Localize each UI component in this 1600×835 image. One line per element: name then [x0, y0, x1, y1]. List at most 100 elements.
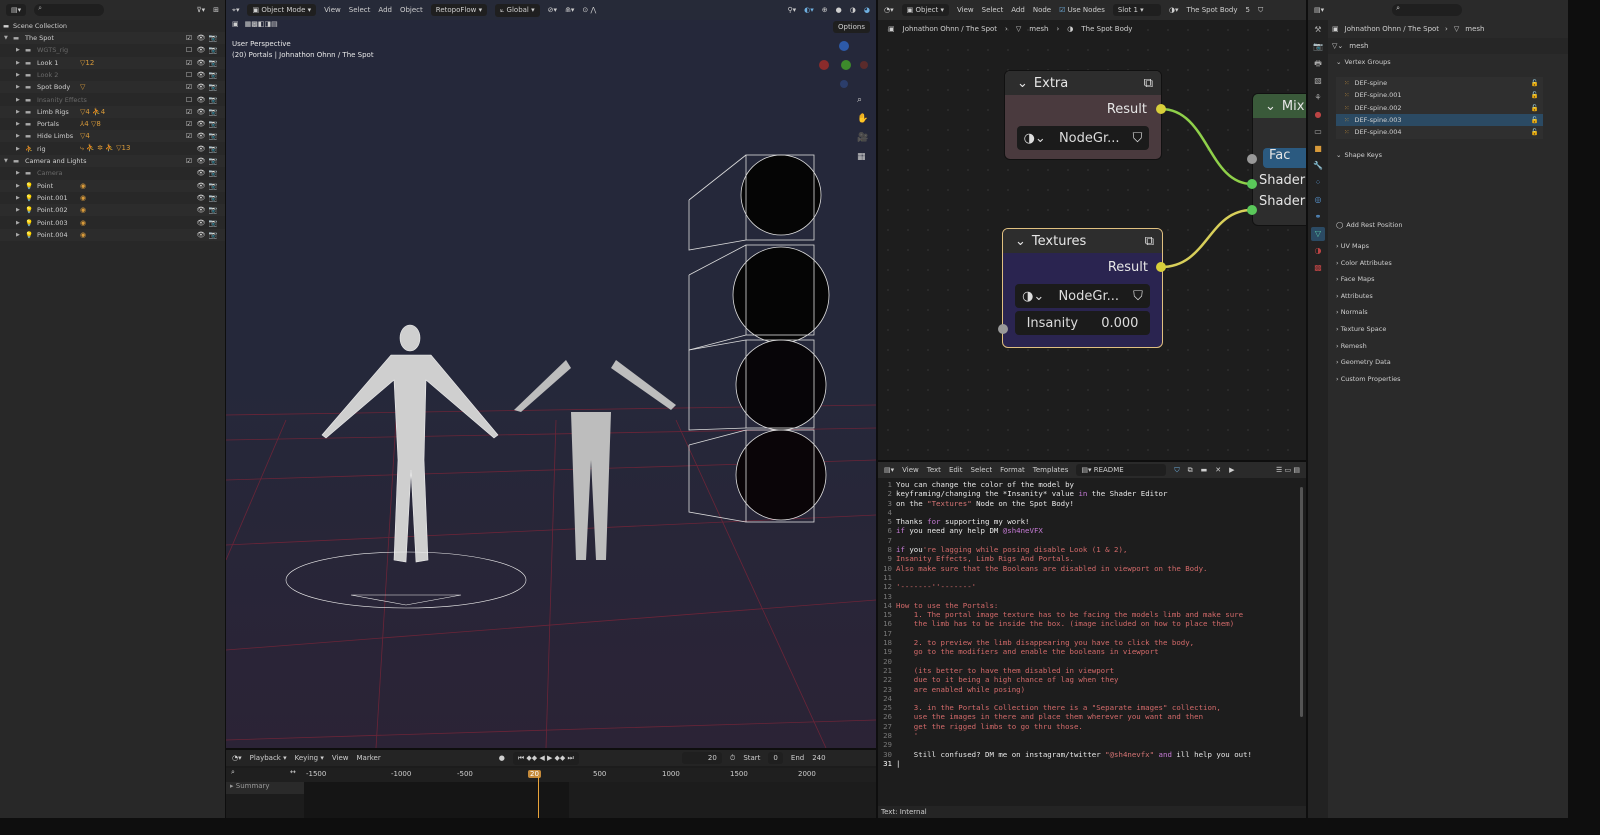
outliner-item[interactable]: ▶ 💡 Point.001 ◉ 👁 📷	[0, 192, 225, 204]
lock-icon[interactable]: 🔓	[1531, 128, 1539, 136]
lock-icon[interactable]: 🔓	[1531, 91, 1539, 99]
text-line[interactable]: 20	[878, 657, 1298, 666]
render-camera-icon[interactable]: 📷	[207, 192, 219, 204]
expand-arrow-icon[interactable]: ▶	[16, 72, 20, 78]
outliner-item[interactable]: ▶ 💡 Point ◉ 👁 📷	[0, 179, 225, 192]
panel-attributes[interactable]: › Attributes	[1328, 288, 1568, 305]
node-group-selector[interactable]: ◑⌄ NodeGr... ⛉	[1017, 126, 1149, 150]
menu-marker[interactable]: Marker	[357, 754, 381, 762]
outliner-item[interactable]: ▶ ▬ Portals ⅄4 ▽8 ☑ 👁 📷	[0, 118, 225, 130]
outliner-item[interactable]: ▶ 💡 Point.002 ◉ 👁 📷	[0, 204, 225, 217]
duplicate-icon[interactable]: ⧉	[1188, 466, 1193, 475]
constraints-tab-icon[interactable]: ⚭	[1311, 210, 1325, 224]
menu-view[interactable]: View	[332, 754, 349, 762]
exclude-checkbox[interactable]: ☑	[183, 155, 195, 167]
outliner-item[interactable]: ▶ 💡 Point.004 ◉ 👁 📷	[0, 228, 225, 241]
panel-shape-keys[interactable]: ⌄ Shape Keys	[1328, 147, 1568, 164]
outliner-item[interactable]: ▶ ▬ Insanity Effects ☐ 👁 📷	[0, 94, 225, 106]
render-camera-icon[interactable]: 📷	[207, 118, 219, 130]
properties-editor[interactable]: ▤▾ ⌕ ⚒ 📷 🖶 ▧ ⚘ ● ▭ ■ 🔧 ⁘ ◎ ⚭ ▽ ◑ ▩ ▣ John…	[1308, 0, 1568, 818]
particles-tab-icon[interactable]: ⁘	[1311, 176, 1325, 190]
data-tab-icon[interactable]: ▽	[1311, 227, 1325, 241]
expand-arrow-icon[interactable]: ▶	[16, 109, 20, 115]
text-editor[interactable]: ▤▾ View Text Edit Select Format Template…	[878, 462, 1306, 818]
render-camera-icon[interactable]: 📷	[207, 180, 219, 192]
visibility-eye-icon[interactable]: 👁	[195, 57, 207, 69]
panel-custom-properties[interactable]: › Custom Properties	[1328, 370, 1568, 387]
expand-arrow-icon[interactable]: ▶	[16, 84, 20, 90]
outliner-item[interactable]: ▶ ▬ Look 2 ☐ 👁 📷	[0, 69, 225, 81]
text-line[interactable]: 27 get the rigged limbs to go thru those…	[878, 722, 1298, 731]
stopwatch-icon[interactable]: ⏱	[730, 754, 735, 763]
fac-socket[interactable]	[1247, 154, 1257, 164]
filter-icon[interactable]: ⊽▾	[196, 6, 205, 14]
menu-view[interactable]: View	[902, 466, 919, 474]
physics-tab-icon[interactable]: ◎	[1311, 193, 1325, 207]
panel-vertex-groups[interactable]: ⌄ Vertex Groups	[1328, 54, 1568, 71]
lock-icon[interactable]: 🔓	[1531, 104, 1539, 112]
insanity-input[interactable]: Insanity 0.000	[1015, 311, 1150, 335]
render-camera-icon[interactable]: 📷	[207, 217, 219, 229]
text-line[interactable]: 15 1. The portal image texture has to be…	[878, 610, 1298, 619]
outliner-item[interactable]: ▶ ▬ Look 1 ▽12 ☑ 👁 📷	[0, 56, 225, 69]
text-scrollbar[interactable]	[1300, 487, 1303, 717]
expand-arrow-icon[interactable]: ▶	[16, 146, 20, 152]
panel-face-maps[interactable]: › Face Maps	[1328, 271, 1568, 288]
visibility-eye-icon[interactable]: 👁	[195, 143, 207, 155]
vertex-group-item[interactable]: ⁙ DEF-spine.002 🔓	[1336, 101, 1543, 114]
text-line[interactable]: 13	[878, 592, 1298, 601]
menu-format[interactable]: Format	[1000, 466, 1025, 474]
run-script-icon[interactable]: ▶	[1229, 466, 1234, 474]
expand-arrow-icon[interactable]: ▶	[16, 133, 20, 139]
outliner-item[interactable]: ▶ 💡 Point.003 ◉ 👁 📷	[0, 217, 225, 229]
text-line[interactable]: 1 You can change the color of the model b…	[878, 480, 1298, 489]
text-line[interactable]: 14 How to use the Portals:	[878, 601, 1298, 610]
text-line[interactable]: 11	[878, 573, 1298, 582]
text-line[interactable]: 25 3. in the Portals Collection there is…	[878, 703, 1298, 712]
shader2-socket[interactable]	[1247, 205, 1257, 215]
render-camera-icon[interactable]: 📷	[207, 229, 219, 241]
panel-color-attributes[interactable]: › Color Attributes	[1328, 254, 1568, 271]
timeline-ruler[interactable]: ⌕ ↔ -1500 -1000 -500 20 500 1000 1500 2000	[226, 768, 876, 782]
extra-result-socket[interactable]	[1156, 104, 1166, 114]
render-camera-icon[interactable]: 📷	[207, 106, 219, 118]
visibility-eye-icon[interactable]: 👁	[195, 192, 207, 204]
visibility-eye-icon[interactable]: 👁	[195, 204, 207, 216]
expand-arrow-icon[interactable]: ▶	[16, 207, 20, 213]
render-camera-icon[interactable]: 📷	[207, 204, 219, 216]
expand-arrow-icon[interactable]: ▶	[16, 183, 20, 189]
exclude-checkbox[interactable]: ☑	[183, 130, 195, 142]
editor-type-icon[interactable]: ◔▾	[232, 754, 242, 762]
exclude-checkbox[interactable]: ☑	[183, 118, 195, 130]
timeline[interactable]: ◔▾ Playback ▾ Keying ▾ View Marker ● ⏮ ◆…	[226, 750, 876, 818]
visibility-eye-icon[interactable]: 👁	[195, 69, 207, 81]
visibility-eye-icon[interactable]: 👁	[195, 81, 207, 93]
menu-playback[interactable]: Playback ▾	[250, 754, 287, 762]
text-content[interactable]: 1 You can change the color of the model b…	[878, 480, 1298, 768]
text-line[interactable]: 22 due to it being a high chance of lag …	[878, 675, 1298, 684]
text-line[interactable]: 8 if you're lagging while posing disable …	[878, 545, 1298, 554]
render-camera-icon[interactable]: 📷	[207, 69, 219, 81]
shader1-socket[interactable]	[1247, 179, 1257, 189]
text-line[interactable]: 12 '-------''-------'	[878, 582, 1298, 591]
render-camera-icon[interactable]: 📷	[207, 130, 219, 142]
outliner-search-input[interactable]: ⌕	[34, 4, 105, 16]
textures-result-socket[interactable]	[1156, 262, 1166, 272]
menu-select[interactable]: Select	[971, 466, 993, 474]
exclude-checkbox[interactable]: ☑	[183, 57, 195, 69]
fake-user-shield-icon[interactable]: ⛉	[1133, 289, 1143, 304]
exclude-checkbox[interactable]: ☑	[183, 32, 195, 44]
panel-normals[interactable]: › Normals	[1328, 304, 1568, 321]
menu-text[interactable]: Text	[927, 466, 941, 474]
output-tab-icon[interactable]: 🖶	[1311, 57, 1325, 71]
mesh-datablock[interactable]: ▽⌄ mesh	[1328, 38, 1568, 54]
collapse-arrow-icon[interactable]: ▼	[4, 158, 8, 164]
summary-channel[interactable]: ▸ Summary	[226, 782, 304, 794]
3d-viewport[interactable]: ⌖▾ ▣ Object Mode ▾ View Select Add Objec…	[226, 0, 876, 748]
text-line[interactable]: 26 use the images in there and place the…	[878, 712, 1298, 721]
properties-search-input[interactable]: ⌕	[1392, 4, 1463, 16]
expand-arrow-icon[interactable]: ▶	[16, 121, 20, 127]
shader-editor[interactable]: ◔▾ ▣ Object ▾ View Select Add Node ☑ Use…	[878, 0, 1306, 460]
exclude-checkbox[interactable]: ☑	[183, 106, 195, 118]
playhead[interactable]	[538, 776, 539, 818]
